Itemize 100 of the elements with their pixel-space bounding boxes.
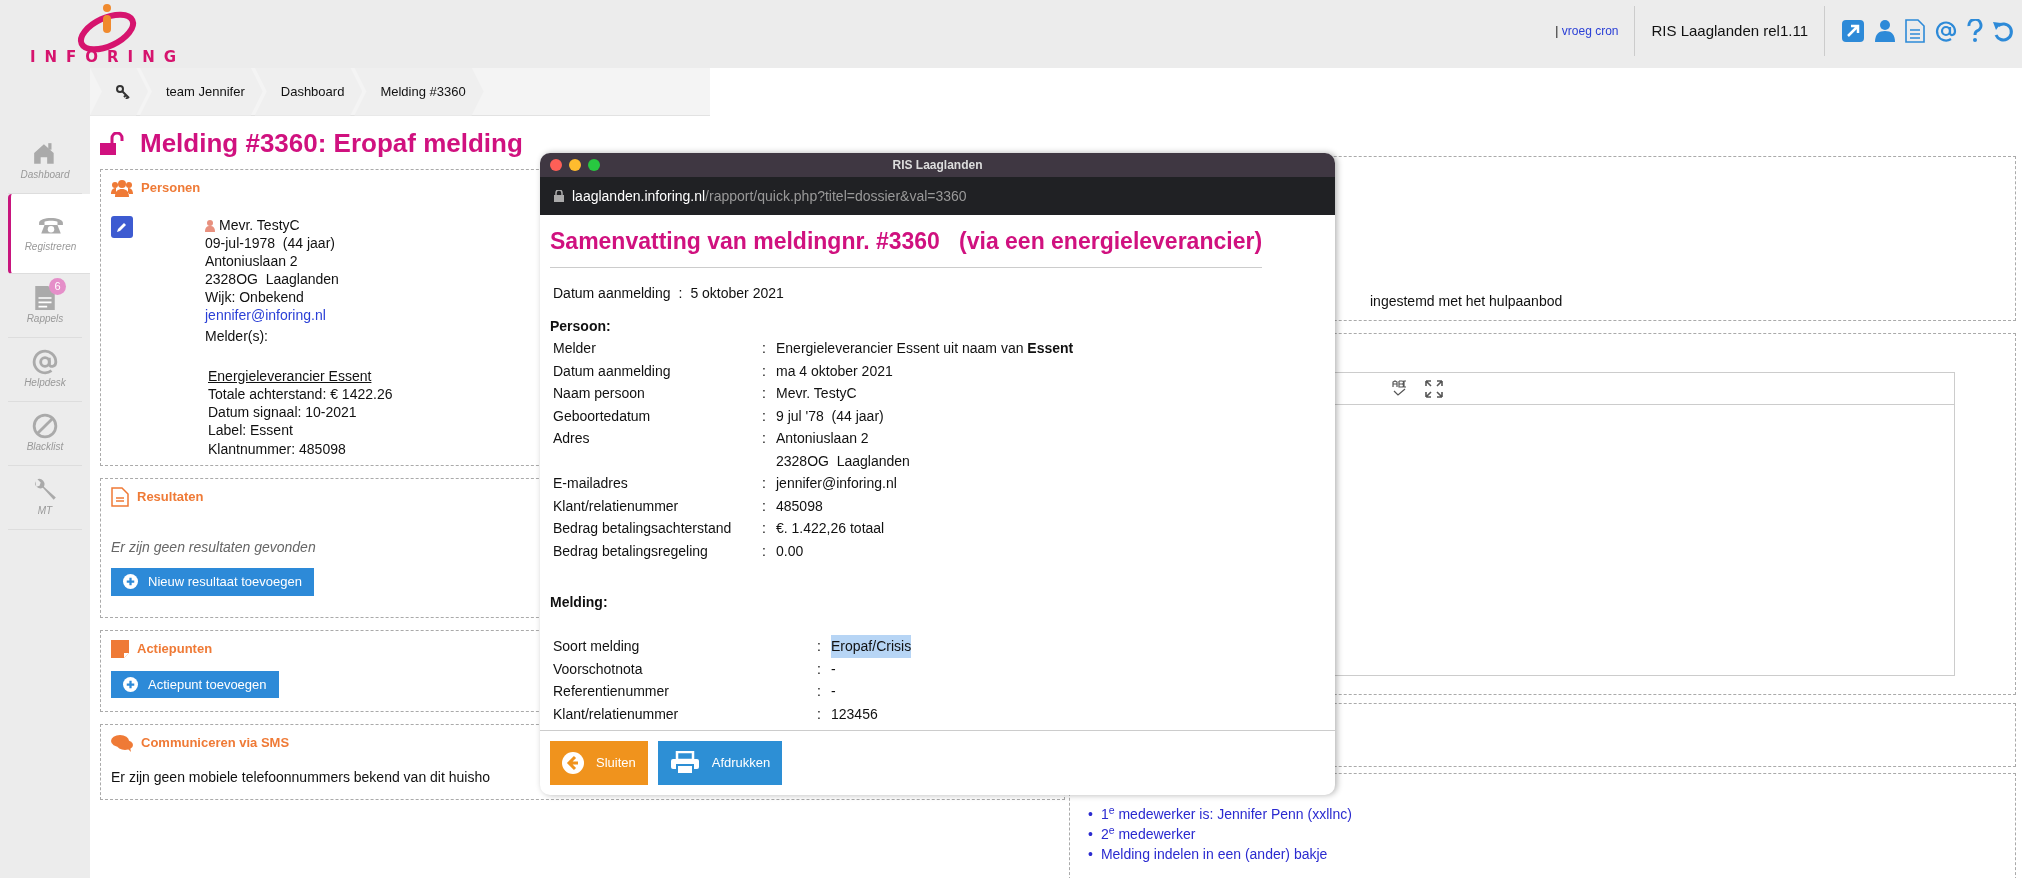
sidebar-item[interactable]: Helpdesk — [8, 338, 82, 402]
separator-text: : — [817, 637, 822, 657]
fullscreen-icon[interactable] — [1425, 379, 1443, 398]
empty-message: Er zijn geen resultaten gevonden — [111, 538, 316, 557]
sidebar-label: Blacklist — [26, 440, 64, 454]
help-icon[interactable] — [1967, 19, 1983, 43]
at-icon[interactable] — [1934, 19, 1958, 43]
field-label: Voorschotnota — [552, 659, 644, 679]
bullet-text: • — [1088, 825, 1093, 844]
field-value: ma 4 oktober 2021 — [776, 361, 893, 381]
close-button[interactable]: Sluiten — [550, 741, 648, 785]
status-text: ingestemd met het hulpaanbod — [1370, 292, 1563, 311]
separator-text: : — [762, 361, 767, 381]
field-value: Eropaf/Crisis — [831, 635, 912, 658]
sidebar-item[interactable]: MT — [8, 466, 82, 530]
field-label: Soort melding — [552, 637, 641, 657]
blocked-icon — [32, 413, 58, 439]
window-title: RIS Laaglanden — [892, 157, 983, 174]
separator-text: : — [817, 682, 822, 702]
url-text: laaglanden.inforing.nl/rapport/quick.php?titel=dossier&val=3360 — [572, 186, 967, 206]
spellcheck-icon[interactable] — [1391, 379, 1407, 398]
section-title: Melding: — [550, 593, 609, 613]
list-link[interactable]: 2$^{e}$ medewerker — [1100, 824, 1196, 844]
field-value: jennifer@inforing.nl — [776, 474, 897, 494]
field-label: Naam persoon — [552, 384, 646, 404]
separator-text: | — [1555, 24, 1559, 38]
field-label: Bedrag betalingsachterstand — [552, 519, 733, 539]
info-message: Er zijn geen mobiele telefoonnummers bekend van dit huisho — [111, 767, 490, 787]
person-name: Mevr. TestyC — [219, 216, 300, 233]
bullet-text: • — [1088, 805, 1093, 824]
separator-text: : — [817, 704, 822, 724]
report-heading: Samenvatting van meldingnr. #3360 (via een energieleverancier) — [550, 227, 1263, 268]
people-icon — [111, 178, 133, 197]
count-badge: 6 — [49, 278, 66, 295]
print-button[interactable]: Afdrukken — [657, 741, 783, 785]
person-detail: Wijk: Onbekend — [205, 288, 305, 307]
add-action-button[interactable]: Actiepunt toevoegen — [111, 670, 279, 698]
separator-text: : — [762, 496, 767, 516]
field-label: Datum aanmelding — [552, 283, 671, 303]
sidebar-label: Rappels — [26, 312, 64, 326]
undo-icon[interactable] — [1992, 19, 2014, 43]
email-link[interactable]: jennifer@inforing.nl — [205, 306, 393, 325]
section-title: Actiepunten — [137, 640, 213, 658]
field-label: Melder(s): — [205, 326, 269, 345]
separator-text: : — [762, 384, 767, 404]
person-icon — [205, 219, 215, 232]
external-link-icon[interactable] — [1841, 19, 1865, 43]
sidebar-label: Registreren — [24, 240, 77, 254]
printer-icon — [669, 751, 700, 775]
field-value: €. 1.422,26 totaal — [776, 519, 885, 539]
separator-text: : — [762, 406, 767, 426]
minimize-window-icon[interactable] — [569, 159, 581, 171]
field-value: Antoniuslaan 2 — [776, 429, 870, 449]
field-label: Referentienummer — [552, 682, 670, 702]
field-label: Adres — [552, 429, 591, 449]
separator-text: : — [678, 283, 683, 303]
sidebar-item[interactable]: Blacklist — [8, 402, 82, 466]
user-icon[interactable] — [1874, 19, 1896, 43]
breadcrumb-item[interactable]: Dashboard — [254, 68, 363, 116]
add-result-button[interactable]: Nieuw resultaat toevoegen — [111, 568, 314, 596]
field-value: 9 jul '78 (44 jaar) — [776, 406, 884, 426]
sidebar-label: Dashboard — [20, 168, 70, 182]
close-window-icon[interactable] — [550, 159, 562, 171]
field-value: 123456 — [831, 704, 878, 724]
cron-link[interactable]: vroeg cron — [1561, 24, 1619, 38]
logo-text: INFORING — [29, 50, 186, 65]
edit-button[interactable] — [111, 215, 133, 238]
plus-icon — [123, 574, 138, 590]
breadcrumb-item[interactable]: Melding #3360 — [354, 68, 484, 116]
note-icon — [111, 639, 129, 658]
field-label: E-mailadres — [552, 474, 629, 494]
bullet-text: • — [1088, 845, 1093, 864]
version-text: RIS Laaglanden rel1.11 — [1650, 20, 1809, 41]
list-link[interactable]: Melding indelen in een (ander) bakje — [1100, 844, 1328, 864]
field-label: Bedrag betalingsregeling — [552, 541, 709, 561]
person-detail: Antoniuslaan 2 — [205, 251, 299, 271]
field-label: Melder — [552, 339, 597, 359]
field-label: Datum aanmelding — [552, 361, 672, 381]
field-value: Mevr. TestyC — [776, 384, 857, 404]
separator-text: : — [762, 519, 767, 539]
page-title: Melding #3360: Eropaf melding — [140, 127, 523, 160]
at-icon — [32, 349, 58, 375]
reporter-detail: Label: Essent — [208, 421, 294, 440]
field-value: - — [831, 682, 836, 702]
maximize-window-icon[interactable] — [588, 159, 600, 171]
sidebar-item[interactable]: Registreren — [8, 194, 90, 274]
separator-text: : — [762, 339, 767, 359]
reporter-detail: Datum signaal: 10-2021 — [208, 403, 358, 422]
field-value: 5 oktober 2021 — [690, 283, 784, 303]
separator-text: : — [762, 474, 767, 494]
sidebar-item[interactable]: Rappels 6 — [8, 274, 82, 338]
section-title: Personen — [141, 179, 201, 197]
sidebar-label: MT — [37, 504, 53, 518]
breadcrumb-item[interactable]: team Jennifer — [140, 68, 263, 116]
document-icon — [111, 487, 129, 507]
section-title: Resultaten — [137, 488, 204, 507]
document-icon[interactable] — [1905, 19, 1925, 43]
field-value: 485098 — [776, 496, 823, 516]
field-value: 0.00 — [776, 541, 804, 561]
list-link[interactable]: 1$^{e}$ medewerker is: Jennifer Penn (xxllnc) — [1100, 804, 1352, 824]
